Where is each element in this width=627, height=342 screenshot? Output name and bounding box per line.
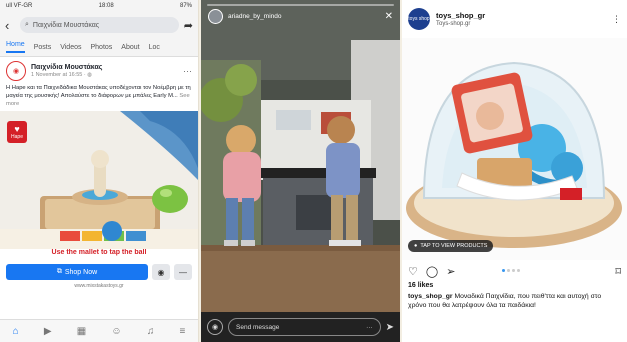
bell-icon[interactable]: ♫ — [147, 326, 155, 337]
maze-toy-photo — [402, 38, 627, 260]
messenger-button[interactable]: ◉ — [152, 264, 170, 281]
messenger-icon: ◉ — [157, 267, 165, 277]
search-query: Παιχνίδια Μουστάκας — [32, 21, 100, 29]
search-input[interactable]: ⌕ Παιχνίδια Μουστάκας — [20, 17, 179, 33]
carousel-dot — [507, 269, 510, 272]
carousel-dots — [502, 269, 520, 272]
external-link-icon: ⧉ — [56, 268, 62, 276]
carrier-label: ull VF-GR — [6, 3, 33, 9]
video-icon[interactable]: ▶ — [44, 326, 52, 337]
tap-to-view-products[interactable]: ● TAP TO VIEW PRODUCTS — [408, 240, 494, 252]
post-meta: 1 November at 16:55 · ◍ — [31, 72, 102, 78]
profile-avatar[interactable]: toys shop — [408, 8, 430, 30]
post-image[interactable]: ● TAP TO VIEW PRODUCTS — [402, 38, 627, 260]
battery-label: 87% — [179, 3, 192, 9]
menu-icon[interactable]: ≡ — [180, 326, 186, 337]
bookmark-icon[interactable]: ⌑ — [615, 265, 621, 278]
more-options-icon[interactable]: ··· — [183, 66, 192, 76]
tab-location[interactable]: Loc — [149, 44, 160, 51]
share-icon[interactable]: ➦ — [184, 19, 193, 32]
camera-icon[interactable]: ◉ — [207, 319, 223, 335]
hape-logo-label: Hape — [11, 133, 23, 140]
post-body: Η Hape και τα Παιχνιδάδικα Μουστάκας υπο… — [6, 85, 191, 99]
send-message-input[interactable]: Send message ··· — [228, 318, 381, 336]
likes-count[interactable]: 16 likes — [402, 282, 627, 289]
search-icon: ⌕ — [25, 21, 29, 28]
page-avatar[interactable]: ◉ — [6, 61, 26, 81]
toy-photo — [0, 111, 198, 250]
story-reply-bar: ◉ Send message ··· ➤ — [201, 312, 400, 342]
tap-to-view-products-label: TAP TO VIEW PRODUCTS — [420, 243, 488, 249]
post-image[interactable]: ♥ Hape — [0, 111, 198, 250]
globe-icon: ◍ — [87, 72, 93, 78]
tab-photos[interactable]: Photos — [90, 44, 112, 51]
story-header: ariadne_by_mindo ✕ — [208, 9, 393, 24]
action-bar: ♡ ◯ ➢ ⌑ — [402, 260, 627, 282]
carousel-dot — [517, 269, 520, 272]
facebook-screen: ull VF-GR 18:08 87% ‹ ⌕ Παιχνίδια Μουστά… — [0, 0, 199, 342]
close-icon[interactable]: ✕ — [385, 11, 393, 22]
more-options-icon[interactable]: ⋮ — [612, 14, 621, 25]
story-progress — [207, 4, 394, 6]
page-tabs: Home Posts Videos Photos About Loc — [0, 38, 198, 57]
tab-videos[interactable]: Videos — [60, 44, 81, 51]
shopping-bag-icon: ● — [414, 243, 418, 249]
heart-icon[interactable]: ♡ — [408, 265, 418, 278]
groups-icon[interactable]: ☺ — [111, 326, 121, 337]
story-screen: ariadne_by_mindo ✕ ◉ Send message ··· ➤ — [201, 0, 400, 342]
comment-icon[interactable]: ◯ — [426, 265, 438, 278]
post-header: toys shop toys_shop_gr Toys-shop.gr ⋮ — [402, 0, 627, 38]
post-header: ◉ Παιχνίδια Μουστάκας 1 November at 16:5… — [6, 61, 192, 81]
post: ◉ Παιχνίδια Μουστάκας 1 November at 16:5… — [0, 57, 198, 108]
marketplace-icon[interactable]: ▦ — [77, 326, 86, 337]
hape-logo: ♥ Hape — [7, 121, 27, 144]
tab-posts[interactable]: Posts — [34, 44, 52, 51]
banner-text: Use the mallet to tap the ball — [51, 249, 147, 257]
caption: toys_shop_gr Μοναδικά Παιχνίδια, που πει… — [402, 289, 627, 310]
share-icon[interactable]: ➢ — [446, 265, 455, 278]
dash-icon: — — [179, 267, 187, 277]
shop-now-label: Shop Now — [64, 268, 98, 276]
story-username[interactable]: ariadne_by_mindo — [228, 13, 281, 20]
post-timestamp: 1 November at 16:55 · — [31, 72, 88, 78]
tab-home[interactable]: Home — [6, 41, 25, 53]
tab-about[interactable]: About — [121, 44, 139, 51]
clock: 18:08 — [98, 3, 114, 9]
top-bar: ‹ ⌕ Παιχνίδια Μουστάκας ➦ — [0, 12, 198, 38]
back-arrow-icon[interactable]: ‹ — [5, 18, 15, 33]
heart-icon: ♥ — [14, 123, 20, 134]
more-options-icon[interactable]: ··· — [366, 324, 373, 331]
post-subtitle[interactable]: Toys-shop.gr — [436, 21, 485, 27]
caption-username[interactable]: toys_shop_gr — [408, 293, 453, 300]
link-url[interactable]: www.mixstakastoys.gr — [0, 283, 198, 291]
status-bar: ull VF-GR 18:08 87% — [0, 0, 198, 12]
bottom-nav: ⌂ ▶ ▦ ☺ ♫ ≡ — [0, 319, 198, 342]
shop-row: ⧉ Shop Now ◉ — — [0, 261, 198, 283]
page-name[interactable]: Παιχνίδια Μουστάκας — [31, 64, 102, 71]
more-button[interactable]: — — [174, 264, 192, 281]
post-username[interactable]: toys_shop_gr — [436, 11, 485, 20]
post-text: Η Hape και τα Παιχνιδάδικα Μουστάκας υπο… — [6, 85, 192, 108]
carousel-dot — [512, 269, 515, 272]
carousel-dot — [502, 269, 505, 272]
send-icon[interactable]: ➤ — [386, 322, 394, 333]
shop-now-button[interactable]: ⧉ Shop Now — [6, 264, 148, 281]
story-photo[interactable] — [201, 0, 400, 342]
instagram-post-screen: toys shop toys_shop_gr Toys-shop.gr ⋮ ● … — [402, 0, 627, 342]
send-message-placeholder: Send message — [236, 323, 280, 331]
home-icon[interactable]: ⌂ — [13, 326, 19, 337]
story-avatar[interactable] — [208, 9, 223, 24]
